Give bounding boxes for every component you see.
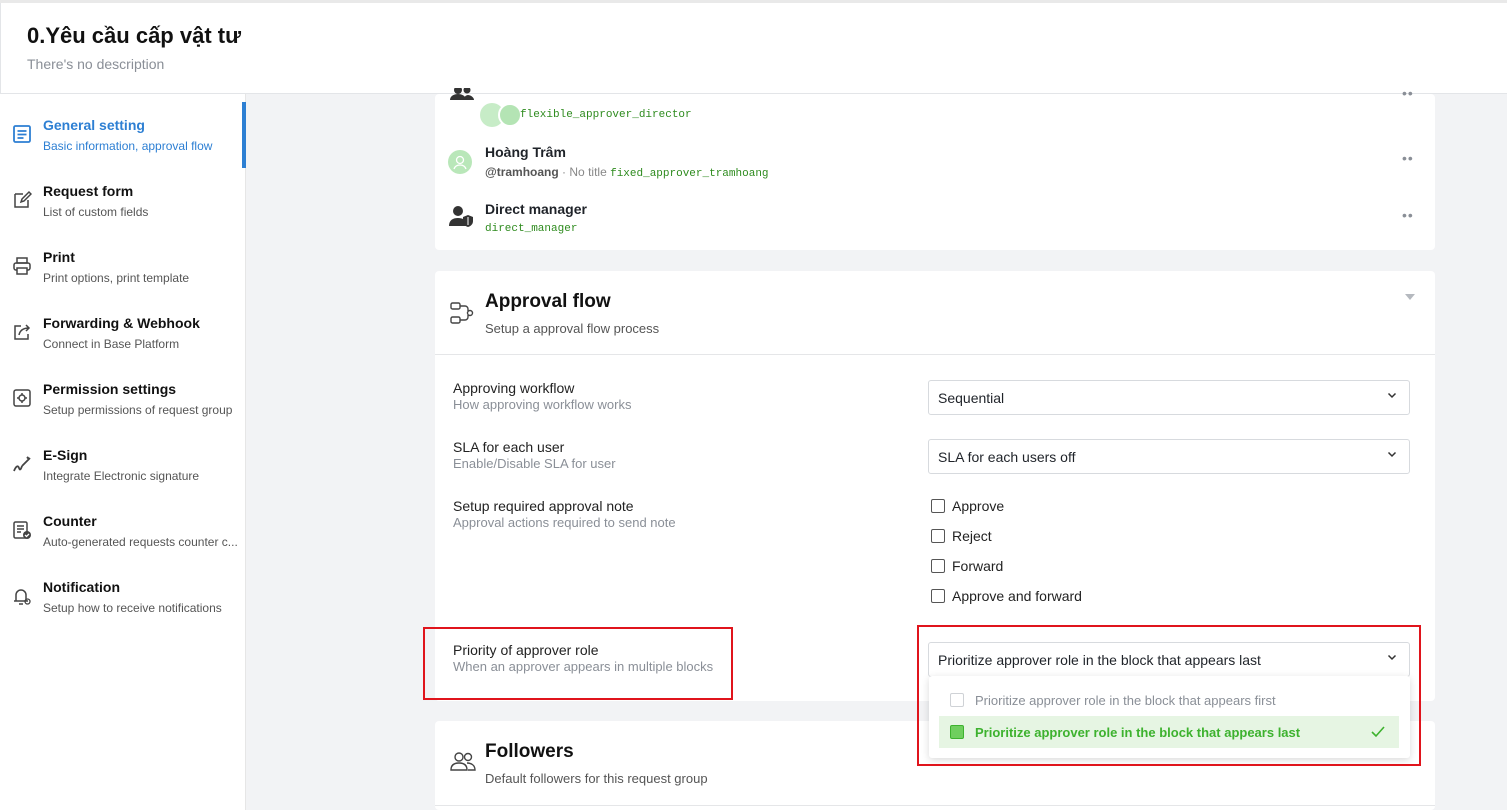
section-subtitle: Default followers for this request group (485, 771, 708, 786)
section-title: Approval flow (485, 291, 611, 312)
sidebar: General setting Basic information, appro… (0, 94, 246, 810)
manager-icon (449, 206, 473, 227)
sidebar-item-print[interactable]: Print Print options, print template (0, 234, 246, 294)
page-description: There's no description (27, 56, 165, 72)
sidebar-item-general-setting[interactable]: General setting Basic information, appro… (0, 102, 246, 168)
more-icon[interactable]: •• (1402, 207, 1414, 223)
approver-name: Hoàng Trâm (485, 144, 566, 160)
sidebar-item-sub: List of custom fields (43, 205, 149, 219)
sidebar-item-label: Print (43, 249, 75, 265)
checkbox-box[interactable] (931, 589, 945, 603)
avatar (498, 103, 522, 127)
sidebar-item-sub: Print options, print template (43, 271, 190, 285)
select-value: Sequential (938, 390, 1005, 406)
field-sublabel: Enable/Disable SLA for user (453, 456, 616, 471)
printer-icon (13, 257, 31, 275)
user-icon (453, 155, 467, 170)
field-label: Approving workflow (453, 380, 575, 396)
sidebar-item-request-form[interactable]: Request form List of custom fields (0, 168, 246, 228)
page-title: 0.Yêu cầu cấp vật tư (27, 23, 242, 48)
checkbox-label: Forward (952, 558, 1004, 574)
sidebar-item-label: Counter (43, 513, 97, 529)
sidebar-item-sub: Basic information, approval flow (43, 139, 213, 153)
approver-title: No title (569, 165, 607, 179)
sidebar-item-notification[interactable]: Notification Setup how to receive notifi… (0, 564, 246, 624)
sidebar-item-sub: Setup permissions of request group (43, 403, 233, 417)
sidebar-item-label: General setting (43, 117, 145, 133)
approver-code: direct_manager (485, 223, 578, 235)
checkbox-box[interactable] (931, 559, 945, 573)
flow-icon (450, 302, 474, 324)
sidebar-item-label: Forwarding & Webhook (43, 315, 200, 331)
approver-handle: @tramhoang (485, 165, 559, 179)
document-list-icon (13, 125, 31, 143)
field-label: Setup required approval note (453, 498, 634, 514)
collapse-icon[interactable] (1405, 294, 1415, 300)
avatar (448, 150, 472, 174)
select-value: SLA for each users off (938, 449, 1076, 465)
divider (435, 354, 1435, 355)
sidebar-item-permission-settings[interactable]: Permission settings Setup permissions of… (0, 366, 246, 426)
checkbox-label: Approve (952, 498, 1005, 514)
approver-meta: @tramhoang · No title fixed_approver_tra… (485, 165, 769, 180)
checkbox-label: Approve and forward (952, 588, 1082, 604)
sidebar-item-label: E-Sign (43, 447, 88, 463)
more-icon[interactable]: •• (1402, 150, 1414, 166)
approver-name: Direct manager (485, 201, 587, 217)
group-icon (450, 88, 474, 100)
divider (435, 805, 1435, 806)
sidebar-item-sub: Setup how to receive notifications (43, 601, 222, 615)
field-label: SLA for each user (453, 439, 565, 455)
gear-icon (13, 389, 31, 407)
sidebar-item-e-sign[interactable]: E-Sign Integrate Electronic signature (0, 432, 246, 492)
highlight-box-select (917, 625, 1421, 766)
sidebar-item-label: Notification (43, 579, 120, 595)
sidebar-item-sub: Integrate Electronic signature (43, 469, 200, 483)
approver-code: flexible_approver_director (520, 109, 692, 121)
sidebar-item-counter[interactable]: Counter Auto-generated requests counter … (0, 498, 246, 558)
sla-select[interactable]: SLA for each users off (928, 439, 1410, 474)
signature-icon (13, 456, 31, 472)
more-icon[interactable]: •• (1402, 85, 1414, 101)
sidebar-item-label: Request form (43, 183, 134, 199)
chevron-down-icon (1387, 451, 1397, 458)
approvers-card: flexible_approver_director •• Hoàng Trâm… (435, 85, 1435, 250)
sidebar-item-forwarding-webhook[interactable]: Forwarding & Webhook Connect in Base Pla… (0, 300, 246, 360)
checkbox-box[interactable] (931, 529, 945, 543)
section-subtitle: Setup a approval flow process (485, 321, 660, 336)
approver-code: fixed_approver_tramhoang (610, 168, 769, 180)
followers-icon (450, 752, 476, 771)
sidebar-item-sub: Auto-generated requests counter c... (43, 535, 238, 549)
field-sublabel: How approving workflow works (453, 397, 632, 412)
sidebar-item-sub: Connect in Base Platform (43, 337, 180, 351)
share-icon (14, 324, 31, 340)
edit-icon (14, 190, 32, 208)
section-title: Followers (485, 741, 574, 762)
sidebar-item-label: Permission settings (43, 381, 177, 397)
field-sublabel: Approval actions required to send note (453, 515, 676, 530)
checkbox-box[interactable] (931, 499, 945, 513)
highlight-box-label (423, 627, 733, 700)
workflow-select[interactable]: Sequential (928, 380, 1410, 415)
page-header: 0.Yêu cầu cấp vật tư There's no descript… (0, 3, 1507, 94)
checkbox-label: Reject (952, 528, 992, 544)
counter-icon (13, 521, 31, 539)
chevron-down-icon (1387, 392, 1397, 399)
bell-icon (14, 589, 31, 605)
